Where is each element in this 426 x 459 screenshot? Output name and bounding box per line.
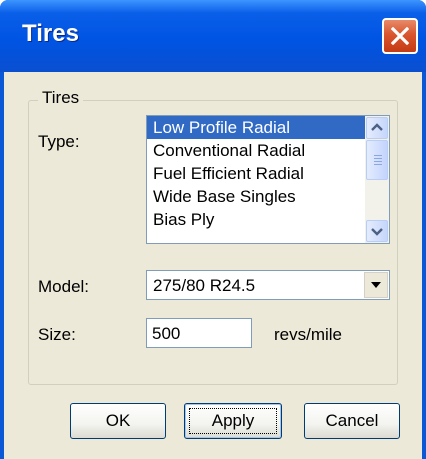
list-item-wide-base-singles[interactable]: Wide Base Singles bbox=[147, 185, 365, 208]
list-item-low-profile-radial[interactable]: Low Profile Radial bbox=[147, 116, 365, 139]
type-list-items: Low Profile Radial Conventional Radial F… bbox=[147, 116, 365, 243]
cancel-button-label: Cancel bbox=[325, 411, 379, 430]
list-item-conventional-radial[interactable]: Conventional Radial bbox=[147, 139, 365, 162]
scroll-down-button[interactable] bbox=[366, 220, 388, 242]
groupbox-label: Tires bbox=[38, 88, 84, 108]
window-title: Tires bbox=[22, 20, 79, 47]
type-label: Type: bbox=[38, 132, 80, 151]
close-icon bbox=[391, 27, 409, 45]
title-bar[interactable]: Tires bbox=[0, 0, 426, 72]
ok-button-label: OK bbox=[105, 411, 131, 430]
chevron-up-icon bbox=[371, 123, 383, 131]
size-input[interactable]: 500 bbox=[146, 318, 252, 348]
scroll-thumb[interactable] bbox=[366, 140, 388, 180]
focus-indicator bbox=[189, 408, 277, 434]
cancel-button[interactable]: Cancel bbox=[304, 403, 400, 439]
scroll-up-button[interactable] bbox=[366, 117, 388, 139]
close-button[interactable] bbox=[382, 18, 418, 54]
list-item-fuel-efficient-radial[interactable]: Fuel Efficient Radial bbox=[147, 162, 365, 185]
tires-dialog: Tires Tires Type: Low Profile Radial Con… bbox=[0, 0, 426, 459]
chevron-down-icon bbox=[371, 228, 383, 236]
ok-button[interactable]: OK bbox=[70, 403, 166, 439]
model-combobox[interactable]: 275/80 R24.5 bbox=[146, 270, 390, 300]
chevron-down-icon bbox=[371, 282, 381, 288]
dialog-body: Tires Type: Low Profile Radial Conventio… bbox=[4, 72, 422, 459]
size-value: 500 bbox=[152, 324, 181, 343]
vertical-scrollbar[interactable] bbox=[365, 116, 389, 243]
apply-button[interactable]: Apply bbox=[184, 403, 282, 439]
list-item-bias-ply[interactable]: Bias Ply bbox=[147, 208, 365, 231]
model-dropdown-button[interactable] bbox=[364, 272, 388, 298]
model-value: 275/80 R24.5 bbox=[153, 276, 256, 295]
type-listbox[interactable]: Low Profile Radial Conventional Radial F… bbox=[146, 115, 390, 244]
size-unit-label: revs/mile bbox=[274, 325, 343, 344]
size-label: Size: bbox=[38, 325, 76, 344]
model-label: Model: bbox=[38, 277, 90, 296]
